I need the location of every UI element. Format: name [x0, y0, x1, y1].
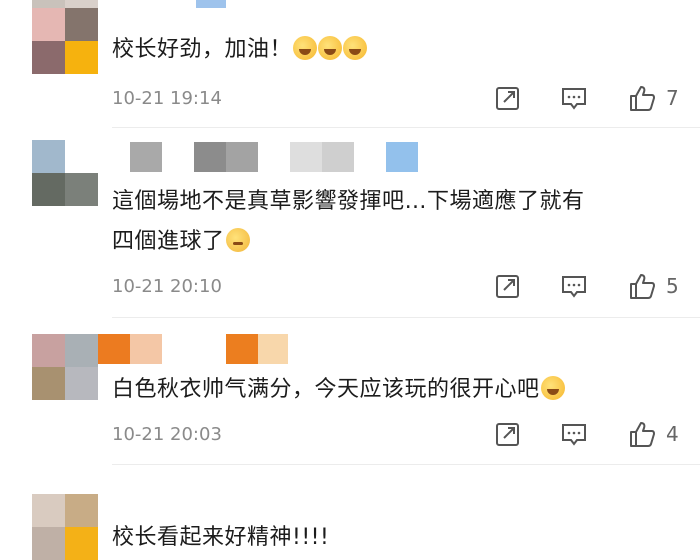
comment-icon[interactable] [560, 272, 588, 300]
crying-face-emoji-icon [318, 36, 343, 60]
thumbs-up-icon[interactable] [628, 420, 656, 448]
crying-face-emoji-icon [343, 36, 368, 60]
comment-actions: 4 [490, 420, 690, 450]
comment-text: 這個場地不是真草影響發揮吧…下場適應了就有 四個進球了 [112, 182, 585, 262]
comment-timestamp: 10-21 19:14 [112, 88, 222, 109]
comment-icon[interactable] [560, 84, 588, 112]
avatar[interactable] [32, 140, 98, 206]
like-count: 4 [666, 422, 679, 446]
comment-actions: 7 [490, 84, 690, 114]
username-blurred[interactable] [98, 334, 288, 364]
comment-actions: 5 [490, 272, 690, 302]
avatar[interactable] [32, 494, 98, 560]
username-blurred[interactable] [130, 142, 418, 172]
previous-avatar-fragment [32, 0, 98, 8]
comment-text: 白色秋衣帅气满分，今天应该玩的很开心吧 [112, 370, 565, 410]
like-count: 5 [666, 274, 679, 298]
divider [112, 127, 700, 128]
comment-text: 校长好劲，加油！ [112, 30, 368, 70]
avatar[interactable] [32, 8, 98, 74]
comment-body: 白色秋衣帅气满分，今天应该玩的很开心吧 [112, 377, 540, 402]
crying-face-emoji-icon [293, 36, 318, 60]
share-icon[interactable] [494, 272, 522, 300]
comment-timestamp: 10-21 20:03 [112, 424, 222, 445]
comment-text: 校长看起来好精神!!!! [112, 518, 329, 558]
share-icon[interactable] [494, 84, 522, 112]
previous-username-fragment [196, 0, 226, 8]
comment-body: 校长看起来好精神!!!! [112, 525, 330, 550]
thumbs-up-icon[interactable] [628, 272, 656, 300]
thinking-face-emoji-icon [225, 228, 250, 252]
comment-body-line2: 四個進球了 [112, 229, 225, 254]
laughing-face-emoji-icon [540, 376, 565, 400]
comment-body: 校长好劲，加油！ [112, 37, 293, 62]
comment-timestamp: 10-21 20:10 [112, 276, 222, 297]
divider [112, 464, 700, 465]
share-icon[interactable] [494, 420, 522, 448]
thumbs-up-icon[interactable] [628, 84, 656, 112]
like-count: 7 [666, 86, 679, 110]
comment-icon[interactable] [560, 420, 588, 448]
comment-body-line1: 這個場地不是真草影響發揮吧…下場適應了就有 [112, 189, 585, 214]
avatar[interactable] [32, 334, 98, 400]
divider [112, 317, 700, 318]
